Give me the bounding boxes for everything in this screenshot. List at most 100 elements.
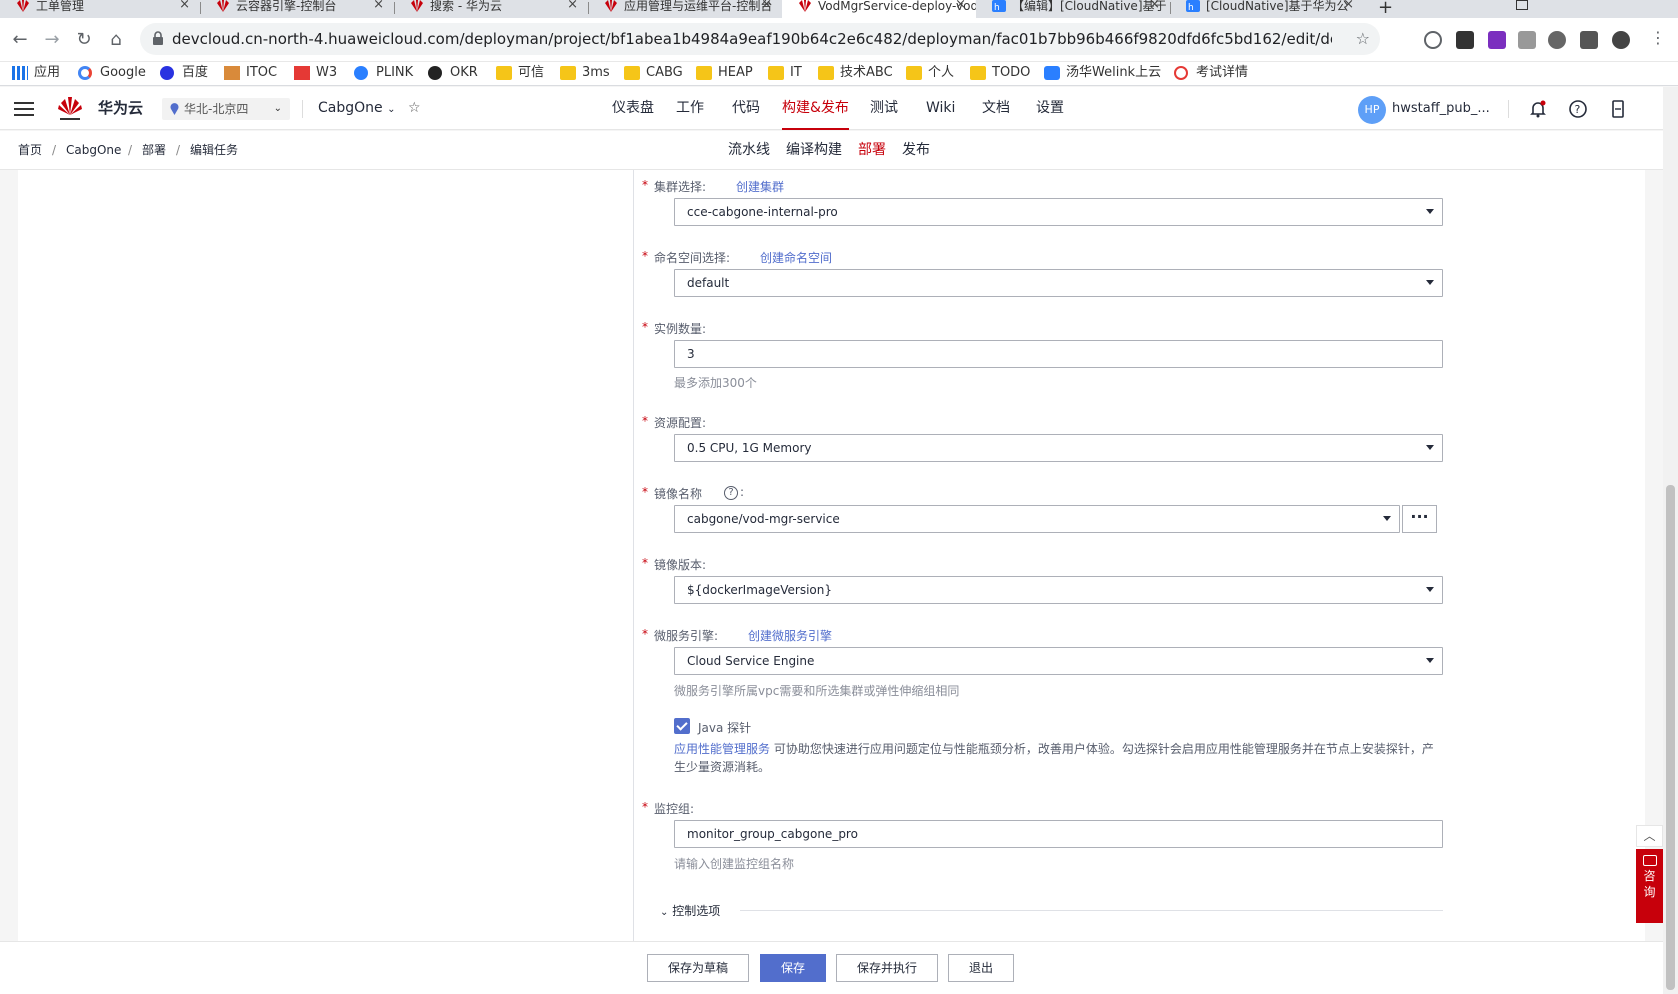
address-bar[interactable]: devcloud.cn-north-4.huaweicloud.com/depl… — [140, 23, 1380, 55]
image-name-select[interactable]: cabgone/vod-mgr-service — [674, 505, 1400, 533]
breadcrumb-separator: / — [52, 143, 57, 157]
browser-tab[interactable]: h 【编辑】[CloudNative]基于 × — [976, 0, 1170, 18]
extension-icon[interactable] — [1424, 31, 1442, 49]
breadcrumb-project[interactable]: CabgOne — [66, 131, 121, 170]
bookmark-exam[interactable]: 考试详情 — [1174, 62, 1248, 86]
extension-icon[interactable] — [1518, 31, 1536, 49]
forward-arrow-icon[interactable]: → — [38, 26, 66, 54]
nav-work[interactable]: 工作 — [676, 87, 704, 130]
bookmark-baidu[interactable]: 百度 — [160, 62, 208, 86]
region-selector[interactable]: 华北-北京四 ⌄ — [162, 98, 290, 120]
extension-icon[interactable] — [1456, 31, 1474, 49]
cluster-select[interactable]: cce-cabgone-internal-pro — [674, 198, 1443, 226]
profile-avatar-icon[interactable] — [1612, 31, 1630, 49]
bookmark-folder[interactable]: CABG — [624, 62, 683, 86]
breadcrumb-home[interactable]: 首页 — [18, 131, 42, 170]
help-icon[interactable]: ? — [1568, 99, 1588, 119]
bookmark-itoc[interactable]: ITOC — [224, 62, 277, 86]
close-icon[interactable]: × — [1343, 0, 1354, 11]
image-version-select[interactable]: ${dockerImageVersion} — [674, 576, 1443, 604]
breadcrumb-deploy[interactable]: 部署 — [142, 131, 166, 170]
back-arrow-icon[interactable]: ← — [6, 26, 34, 54]
extension-icon[interactable] — [1488, 31, 1506, 49]
monitor-input[interactable]: monitor_group_cabgone_pro — [674, 820, 1443, 848]
engine-label: 微服务引擎: — [654, 629, 719, 643]
nav-docs[interactable]: 文档 — [982, 87, 1010, 130]
more-button[interactable]: ··· — [1402, 505, 1437, 533]
browser-tab[interactable]: 搜索 - 华为云 × — [394, 0, 588, 18]
create-engine-link[interactable]: 创建微服务引擎 — [748, 627, 832, 644]
browser-tab[interactable]: 云容器引擎-控制台 × — [200, 0, 394, 18]
reload-icon[interactable]: ↻ — [70, 26, 98, 54]
nav-dashboard[interactable]: 仪表盘 — [612, 87, 654, 130]
bookmark-google[interactable]: Google — [78, 62, 146, 86]
close-icon[interactable]: × — [1149, 0, 1160, 11]
bookmark-folder[interactable]: TODO — [970, 62, 1030, 86]
stage-pipeline[interactable]: 流水线 — [728, 131, 770, 170]
bookmark-apps[interactable]: 应用 — [12, 62, 60, 86]
avatar[interactable]: HP — [1358, 96, 1386, 124]
browser-tab[interactable]: 应用管理与运维平台-控制台 × — [588, 0, 782, 18]
bookmark-folder[interactable]: 可信 — [496, 62, 544, 86]
close-icon[interactable]: × — [567, 0, 578, 11]
required-mark: * — [642, 627, 648, 641]
bell-icon[interactable] — [1528, 99, 1548, 119]
menu-icon[interactable] — [14, 102, 34, 116]
stage-build[interactable]: 编译构建 — [786, 131, 842, 170]
browser-tab[interactable]: 工单管理 × — [0, 0, 200, 18]
back-to-top-icon[interactable]: ︿ — [1636, 825, 1663, 847]
maximize-icon[interactable] — [1516, 0, 1528, 10]
exit-button[interactable]: 退出 — [948, 954, 1014, 982]
question-circle-icon[interactable]: ? — [724, 486, 738, 500]
nav-code[interactable]: 代码 — [732, 87, 760, 130]
project-selector[interactable]: CabgOne ⌄ — [318, 87, 395, 131]
java-probe-checkbox[interactable] — [674, 718, 690, 734]
close-icon[interactable]: × — [761, 0, 772, 11]
browser-tab[interactable]: h [CloudNative]基于华为公 × — [1170, 0, 1364, 18]
bookmark-folder[interactable]: 技术ABC — [818, 62, 893, 86]
bookmark-folder[interactable]: 3ms — [560, 62, 610, 86]
resource-select[interactable]: 0.5 CPU, 1G Memory — [674, 434, 1443, 462]
stage-release[interactable]: 发布 — [902, 131, 930, 170]
stage-deploy[interactable]: 部署 — [858, 131, 886, 170]
folder-icon — [906, 66, 922, 80]
extension-icon[interactable] — [1548, 31, 1566, 49]
browser-tab-active[interactable]: VodMgrService-deploy-vod × — [782, 0, 976, 18]
bookmark-okr[interactable]: OKR — [428, 62, 478, 86]
bookmark-folder[interactable]: HEAP — [696, 62, 753, 86]
close-icon[interactable]: × — [955, 0, 966, 11]
save-execute-button[interactable]: 保存并执行 — [836, 954, 938, 982]
apm-link[interactable]: 应用性能管理服务 — [674, 742, 770, 756]
create-cluster-link[interactable]: 创建集群 — [736, 178, 784, 195]
bookmark-w3[interactable]: W3 — [294, 62, 337, 86]
control-options-toggle[interactable]: ⌄ 控制选项 — [660, 902, 720, 919]
mobile-icon[interactable] — [1608, 99, 1628, 119]
nav-build-release[interactable]: 构建&发布 — [782, 87, 849, 130]
bookmark-welink[interactable]: 汤华Welink上云 — [1044, 62, 1161, 86]
home-icon[interactable]: ⌂ — [102, 26, 130, 54]
save-draft-button[interactable]: 保存为草稿 — [647, 954, 749, 982]
bookmark-folder[interactable]: 个人 — [906, 62, 954, 86]
create-namespace-link[interactable]: 创建命名空间 — [760, 249, 832, 266]
user-name[interactable]: hwstaff_pub_... — [1392, 87, 1492, 130]
close-icon[interactable]: × — [373, 0, 384, 11]
bookmark-folder[interactable]: IT — [768, 62, 802, 86]
nav-wiki[interactable]: Wiki — [926, 87, 955, 130]
save-button[interactable]: 保存 — [760, 954, 826, 982]
engine-select[interactable]: Cloud Service Engine — [674, 647, 1443, 675]
favorite-star-icon[interactable]: ☆ — [408, 87, 421, 130]
consult-button[interactable]: 咨询 — [1636, 849, 1663, 923]
instances-input[interactable]: 3 — [674, 340, 1443, 368]
namespace-select[interactable]: default — [674, 269, 1443, 297]
scrollbar-thumb[interactable] — [1666, 485, 1675, 990]
bookmark-plink[interactable]: PLINK — [354, 62, 413, 86]
divider — [302, 100, 303, 118]
svg-text:?: ? — [1575, 103, 1581, 116]
new-tab-button[interactable]: + — [1378, 0, 1393, 18]
more-vertical-icon[interactable]: ⋮ — [1650, 28, 1666, 47]
nav-test[interactable]: 测试 — [870, 87, 898, 130]
close-icon[interactable]: × — [179, 0, 190, 11]
bookmark-star-icon[interactable]: ☆ — [1356, 23, 1370, 55]
puzzle-icon[interactable] — [1580, 31, 1598, 49]
nav-settings[interactable]: 设置 — [1036, 87, 1064, 130]
